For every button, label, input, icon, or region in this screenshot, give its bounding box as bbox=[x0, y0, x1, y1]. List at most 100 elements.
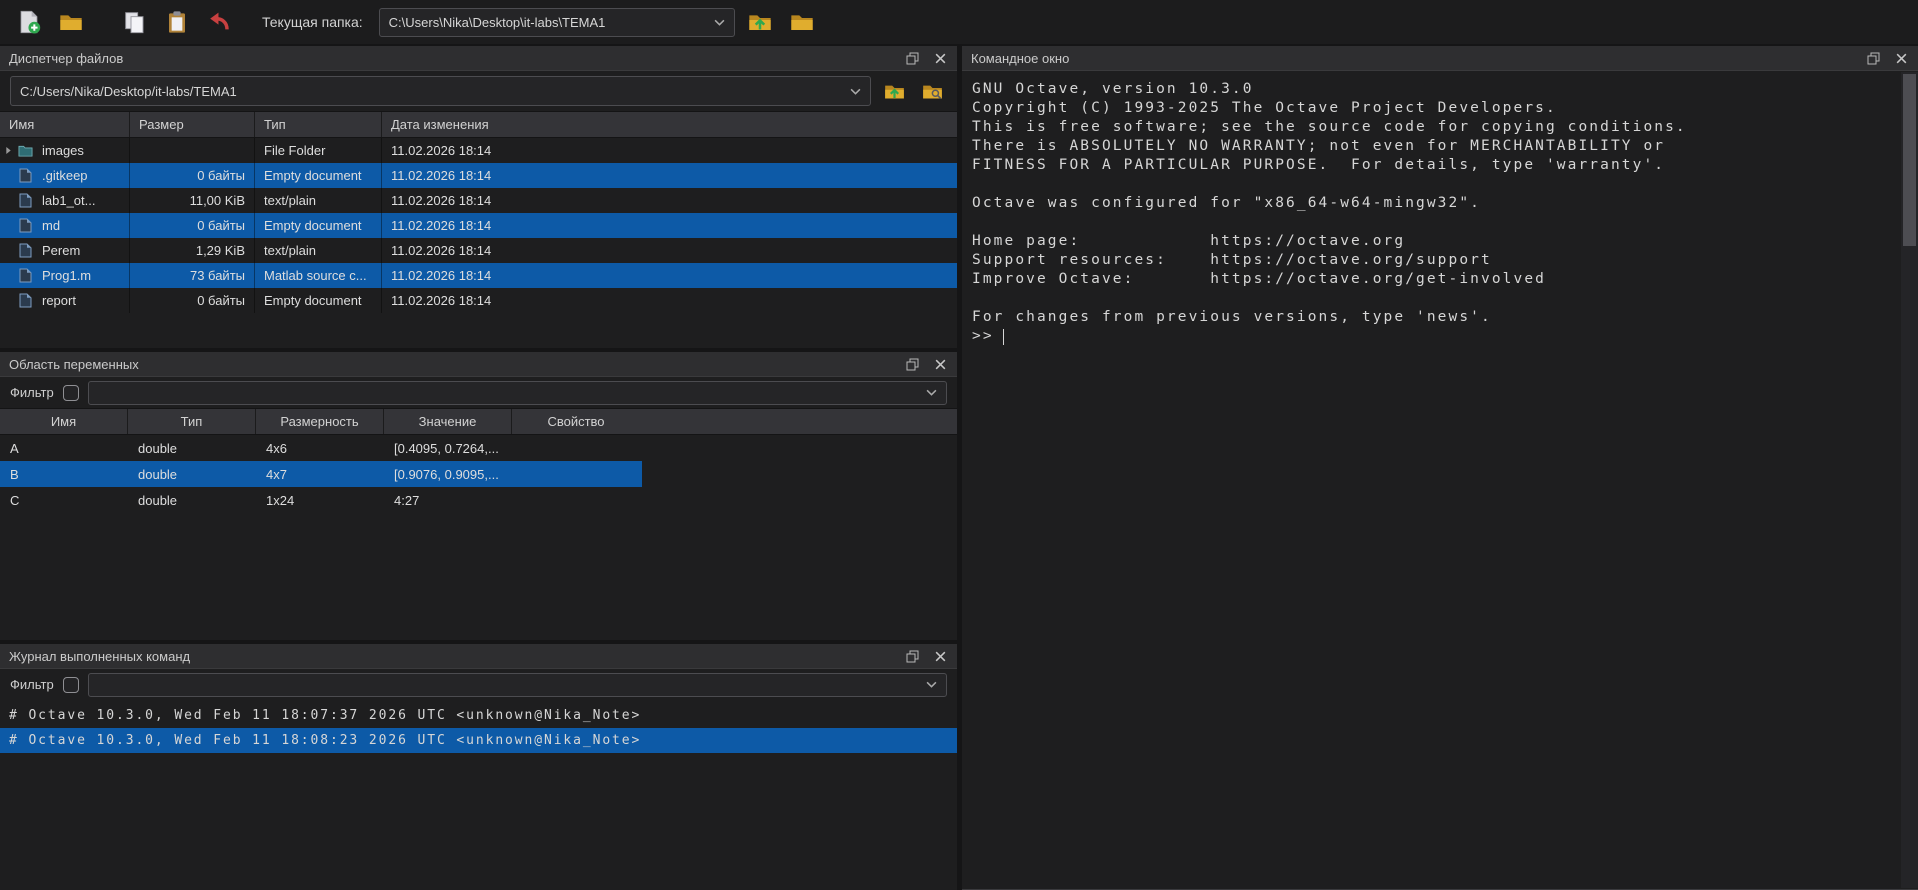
close-panel-button[interactable] bbox=[932, 356, 948, 372]
workspace-titlebar[interactable]: Область переменных bbox=[0, 352, 957, 377]
variable-row[interactable]: Bdouble4x7[0.9076, 0.9095,... bbox=[0, 461, 642, 487]
variable-type: double bbox=[128, 461, 256, 487]
file-name-cell: md bbox=[0, 213, 130, 238]
column-header-attr[interactable]: Свойство bbox=[512, 409, 640, 434]
file-name: .gitkeep bbox=[42, 168, 88, 183]
file-name-cell: .gitkeep bbox=[0, 163, 130, 188]
file-path-combobox[interactable]: C:/Users/Nika/Desktop/it-labs/TEMA1 bbox=[10, 76, 871, 106]
file-size: 0 байты bbox=[130, 163, 255, 188]
column-header-name[interactable]: Имя bbox=[0, 409, 128, 434]
file-type: File Folder bbox=[255, 138, 382, 163]
column-header-size[interactable]: Размер bbox=[130, 112, 255, 137]
history-entry[interactable]: # Octave 10.3.0, Wed Feb 11 18:08:23 202… bbox=[0, 728, 957, 753]
command-output-text: GNU Octave, version 10.3.0 Copyright (C)… bbox=[972, 80, 1901, 327]
workspace-title: Область переменных bbox=[9, 357, 139, 372]
file-row[interactable]: md0 байтыEmpty document11.02.2026 18:14 bbox=[0, 213, 957, 238]
column-header-date[interactable]: Дата изменения bbox=[382, 112, 957, 137]
column-header-value[interactable]: Значение bbox=[384, 409, 512, 434]
folder-up-icon bbox=[748, 10, 772, 34]
command-window-output[interactable]: GNU Octave, version 10.3.0 Copyright (C)… bbox=[962, 72, 1901, 888]
file-name: Prog1.m bbox=[42, 268, 91, 283]
column-header-name[interactable]: Имя bbox=[0, 112, 130, 137]
workspace-table-header: Имя Тип Размерность Значение Свойство bbox=[0, 408, 957, 435]
file-browser-title: Диспетчер файлов bbox=[9, 51, 123, 66]
variable-name: C bbox=[0, 487, 128, 513]
command-window-scrollbar[interactable] bbox=[1901, 72, 1918, 888]
command-prompt-line[interactable]: >> bbox=[972, 327, 1901, 346]
new-script-button[interactable] bbox=[12, 6, 46, 38]
file-date: 11.02.2026 18:14 bbox=[382, 188, 957, 213]
close-panel-button[interactable] bbox=[932, 648, 948, 664]
file-row[interactable]: report0 байтыEmpty document11.02.2026 18… bbox=[0, 288, 957, 313]
undo-button[interactable] bbox=[202, 6, 236, 38]
file-table-header: Имя Размер Тип Дата изменения bbox=[0, 111, 957, 138]
folder-up-button[interactable] bbox=[743, 6, 777, 38]
expand-chevron-icon[interactable] bbox=[5, 146, 18, 155]
file-name-cell: lab1_ot... bbox=[0, 188, 130, 213]
variable-attr bbox=[512, 461, 640, 487]
workspace-filter-combobox[interactable] bbox=[88, 381, 947, 405]
undock-panel-button[interactable] bbox=[904, 50, 920, 66]
file-row[interactable]: Prog1.m73 байтыMatlab source c...11.02.2… bbox=[0, 263, 957, 288]
dir-up-button[interactable] bbox=[879, 77, 909, 105]
octave-main-window: Текущая папка: C:\Users\Nika\Desktop\it-… bbox=[0, 0, 1918, 890]
command-window-panel: Командное окно GNU Octave, version 10.3.… bbox=[962, 46, 1918, 890]
file-name: md bbox=[42, 218, 60, 233]
filter-checkbox[interactable] bbox=[63, 385, 79, 401]
current-folder-value: C:\Users\Nika\Desktop\it-labs\TEMA1 bbox=[389, 15, 704, 30]
filter-label: Фильтр bbox=[10, 677, 54, 692]
open-folder-icon bbox=[59, 10, 83, 34]
file-row[interactable]: .gitkeep0 байтыEmpty document11.02.2026 … bbox=[0, 163, 957, 188]
file-row[interactable]: lab1_ot...11,00 KiBtext/plain11.02.2026 … bbox=[0, 188, 957, 213]
command-history-panel: Журнал выполненных команд Фильтр # Octav… bbox=[0, 644, 957, 890]
file-icon bbox=[18, 193, 36, 208]
browse-folder-button[interactable] bbox=[785, 6, 819, 38]
current-folder-combobox[interactable]: C:\Users\Nika\Desktop\it-labs\TEMA1 bbox=[379, 8, 735, 37]
filter-checkbox[interactable] bbox=[63, 677, 79, 693]
folder-up-icon bbox=[884, 81, 905, 102]
close-icon bbox=[934, 650, 947, 663]
new-script-icon bbox=[17, 10, 41, 34]
file-list: imagesFile Folder11.02.2026 18:14 .gitkee… bbox=[0, 138, 957, 313]
file-size: 73 байты bbox=[130, 263, 255, 288]
scrollbar-thumb[interactable] bbox=[1903, 74, 1916, 246]
column-header-dims[interactable]: Размерность bbox=[256, 409, 384, 434]
undock-panel-button[interactable] bbox=[1865, 50, 1881, 66]
undock-panel-button[interactable] bbox=[904, 356, 920, 372]
file-date: 11.02.2026 18:14 bbox=[382, 288, 957, 313]
file-icon bbox=[18, 293, 36, 308]
column-header-type[interactable]: Тип bbox=[128, 409, 256, 434]
file-browser-titlebar[interactable]: Диспетчер файлов bbox=[0, 46, 957, 71]
close-panel-button[interactable] bbox=[932, 50, 948, 66]
open-file-button[interactable] bbox=[54, 6, 88, 38]
file-row[interactable]: Perem1,29 KiBtext/plain11.02.2026 18:14 bbox=[0, 238, 957, 263]
paste-button[interactable] bbox=[160, 6, 194, 38]
file-row[interactable]: imagesFile Folder11.02.2026 18:14 bbox=[0, 138, 957, 163]
file-type: Matlab source c... bbox=[255, 263, 382, 288]
browse-dir-button[interactable] bbox=[917, 77, 947, 105]
close-icon bbox=[934, 52, 947, 65]
file-type: Empty document bbox=[255, 163, 382, 188]
variable-value: 4:27 bbox=[384, 487, 512, 513]
variable-row[interactable]: Cdouble1x244:27 bbox=[0, 487, 642, 513]
undock-icon bbox=[906, 52, 919, 65]
paste-icon bbox=[165, 10, 189, 34]
undo-icon bbox=[207, 10, 231, 34]
chevron-down-icon bbox=[926, 681, 937, 688]
variable-attr bbox=[512, 435, 640, 461]
history-filter-combobox[interactable] bbox=[88, 673, 947, 697]
variable-dims: 4x7 bbox=[256, 461, 384, 487]
history-entry[interactable]: # Octave 10.3.0, Wed Feb 11 18:07:37 202… bbox=[0, 703, 957, 728]
variable-type: double bbox=[128, 435, 256, 461]
copy-button[interactable] bbox=[118, 6, 152, 38]
variable-row[interactable]: Adouble4x6[0.4095, 0.7264,... bbox=[0, 435, 642, 461]
column-header-type[interactable]: Тип bbox=[255, 112, 382, 137]
undock-panel-button[interactable] bbox=[904, 648, 920, 664]
current-folder-label: Текущая папка: bbox=[262, 14, 363, 30]
folder-icon bbox=[18, 143, 36, 158]
history-titlebar[interactable]: Журнал выполненных команд bbox=[0, 644, 957, 669]
close-panel-button[interactable] bbox=[1893, 50, 1909, 66]
command-window-titlebar[interactable]: Командное окно bbox=[962, 46, 1918, 71]
file-icon bbox=[18, 218, 36, 233]
variable-dims: 4x6 bbox=[256, 435, 384, 461]
